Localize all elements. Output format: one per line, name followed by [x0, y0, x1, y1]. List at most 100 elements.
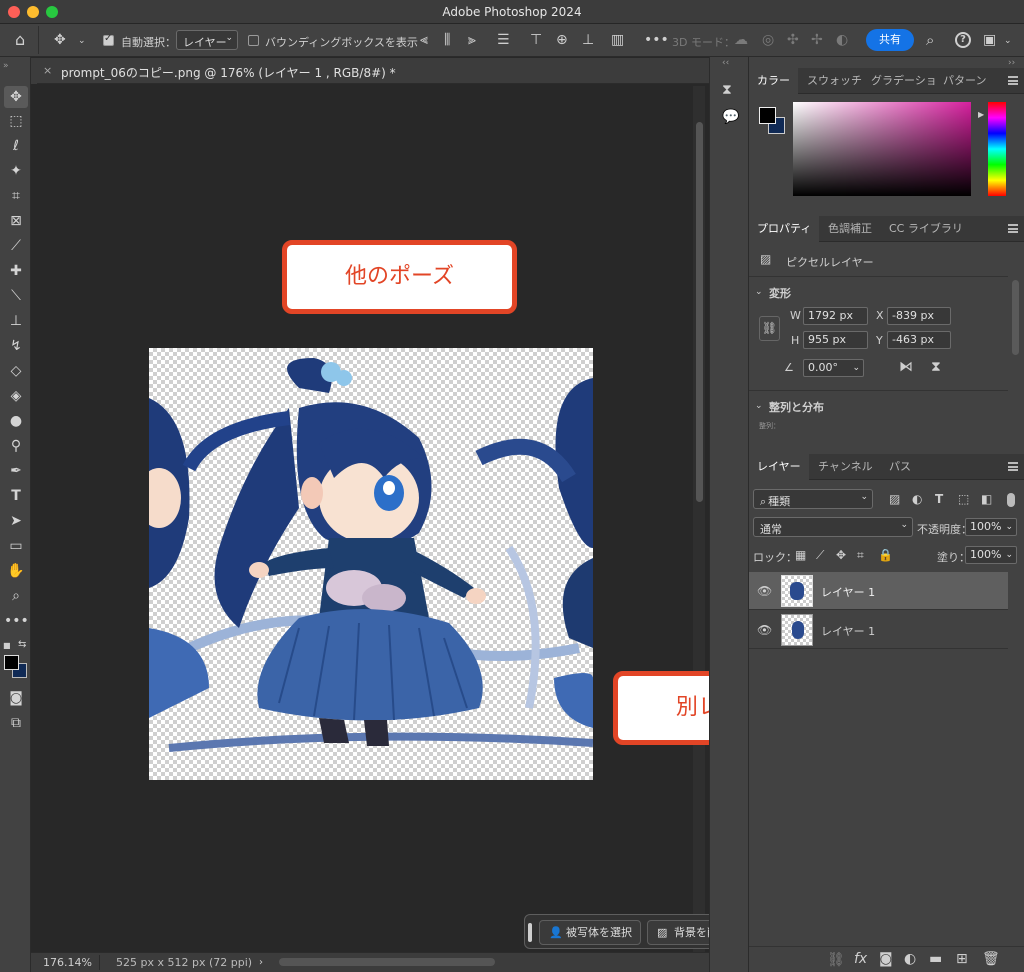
chevron-down-icon[interactable]: ⌄ [755, 399, 763, 413]
lock-position-icon[interactable]: ✥ [836, 548, 846, 562]
share-button[interactable]: 共有 [866, 29, 914, 51]
document-tab[interactable]: × prompt_06のコピー.png @ 176% (レイヤー 1 , RGB… [37, 58, 709, 84]
auto-select-checkbox[interactable] [103, 33, 114, 46]
marquee-tool-button[interactable]: ⬚ [4, 110, 28, 132]
search-icon[interactable]: ⌕ [926, 33, 934, 48]
properties-scrollbar-thumb[interactable] [1012, 280, 1019, 355]
swap-colors-icon[interactable]: ⇆ [18, 638, 26, 652]
add-mask-icon[interactable]: ◙ [879, 952, 893, 966]
lock-all-icon[interactable]: 🔒 [878, 548, 893, 562]
blur-tool-button[interactable]: ● [4, 410, 28, 432]
screen-mode-button[interactable]: ⧉ [4, 712, 28, 734]
distribute-horizontal-icon[interactable]: ☰ [497, 33, 510, 47]
chevron-down-icon[interactable]: ⌄ [78, 34, 86, 48]
color-foreground-swatch[interactable] [759, 107, 776, 124]
chevron-right-icon[interactable]: › [259, 956, 263, 970]
eye-icon[interactable]: 👁 [757, 623, 772, 637]
close-tab-icon[interactable]: × [43, 64, 52, 78]
chevron-down-icon[interactable]: ⌄ [755, 285, 763, 299]
height-field[interactable]: 955 px [803, 331, 868, 349]
new-adjustment-icon[interactable]: ◐ [904, 952, 916, 966]
history-panel-icon[interactable]: ⧗ [722, 83, 732, 97]
default-colors-icon[interactable]: ■ [3, 639, 11, 653]
move-tool-icon[interactable]: ✥ [54, 33, 66, 47]
filter-adjustment-icon[interactable]: ◐ [912, 492, 922, 506]
hue-slider-marker[interactable]: ▶ [978, 108, 984, 122]
zoom-tool-button[interactable]: ⌕ [4, 585, 28, 607]
home-icon[interactable]: ⌂ [15, 32, 25, 48]
paint-bucket-tool-button[interactable]: ◈ [4, 385, 28, 407]
layer-row[interactable]: 👁 レイヤー 1 [749, 611, 1008, 649]
magic-wand-tool-button[interactable]: ✦ [4, 160, 28, 182]
link-layers-icon[interactable]: ⛓ [827, 953, 845, 967]
history-brush-tool-button[interactable]: ↯ [4, 335, 28, 357]
eraser-tool-button[interactable]: ◇ [4, 360, 28, 382]
frame-tool-button[interactable]: ⊠ [4, 210, 28, 232]
width-field[interactable]: 1792 px [803, 307, 868, 325]
comments-panel-icon[interactable]: 💬 [722, 110, 739, 124]
angle-field[interactable]: 0.00° ⌄ [803, 359, 864, 377]
align-right-icon[interactable]: ⫸ [468, 33, 476, 47]
tab-adjustments[interactable]: 色調補正 [820, 216, 880, 242]
tab-paths[interactable]: パス [881, 454, 919, 480]
align-bottom-icon[interactable]: ⊥ [582, 33, 594, 47]
quick-mask-button[interactable]: ◙ [4, 687, 28, 709]
opacity-field[interactable]: 100% ⌄ [965, 518, 1017, 536]
bounding-box-checkbox[interactable] [248, 35, 259, 46]
align-vcenter-icon[interactable]: ⊕ [556, 33, 568, 47]
workspace-icon[interactable]: ▣ [983, 33, 996, 47]
tab-patterns[interactable]: パターン [935, 68, 994, 94]
delete-layer-icon[interactable]: 🗑 [982, 952, 1000, 966]
collapse-toolbar-icon[interactable]: » [3, 59, 9, 73]
workspace-chevron-icon[interactable]: ⌄ [1004, 34, 1012, 48]
filter-type-icon[interactable]: T [935, 492, 943, 506]
filter-toggle[interactable] [1007, 493, 1015, 507]
tab-gradients[interactable]: グラデーショ [863, 68, 945, 94]
tab-layers[interactable]: レイヤー [749, 454, 809, 480]
tab-properties[interactable]: プロパティ [749, 216, 820, 242]
vertical-scrollbar-thumb[interactable] [696, 122, 703, 502]
tab-color[interactable]: カラー [749, 68, 798, 94]
zoom-level[interactable]: 176.14% [43, 956, 92, 969]
flip-vertical-icon[interactable]: ⧗ [931, 360, 941, 374]
stamp-tool-button[interactable]: ⊥ [4, 310, 28, 332]
x-position-field[interactable]: -839 px [887, 307, 951, 325]
hand-tool-button[interactable]: ✋ [4, 560, 28, 582]
lock-artboard-icon[interactable]: ⌗ [857, 548, 864, 562]
lasso-tool-button[interactable]: ℓ [4, 135, 28, 157]
edit-toolbar-button[interactable]: ••• [4, 610, 29, 632]
horizontal-scrollbar-thumb[interactable] [279, 958, 495, 966]
more-options-icon[interactable]: ••• [644, 33, 669, 47]
eyedropper-tool-button[interactable]: ⟋ [4, 235, 28, 257]
move-tool-button[interactable]: ✥ [4, 86, 28, 108]
healing-brush-tool-button[interactable]: ✚ [4, 260, 28, 282]
foreground-color-swatch[interactable] [4, 655, 19, 670]
rectangle-tool-button[interactable]: ▭ [4, 535, 28, 557]
drag-handle[interactable] [528, 923, 532, 942]
flip-horizontal-icon[interactable]: ⧑ [899, 360, 913, 374]
layer-filter-dropdown[interactable]: ⌕ 種類 ⌄ [753, 489, 873, 509]
blend-mode-dropdown[interactable]: 通常 ⌄ [753, 517, 913, 537]
color-field[interactable] [793, 102, 971, 196]
select-subject-button[interactable]: 👤 被写体を選択 [539, 920, 641, 945]
link-dimensions-icon[interactable]: ⛓ [759, 316, 780, 341]
collapse-dock-icon[interactable]: ‹‹ [722, 56, 729, 70]
auto-select-dropdown[interactable]: レイヤー ⌄ [176, 30, 238, 50]
pen-tool-button[interactable]: ✒ [4, 460, 28, 482]
filter-shape-icon[interactable]: ⬚ [958, 492, 969, 506]
panel-menu-icon[interactable] [1008, 224, 1018, 233]
fill-field[interactable]: 100% ⌄ [965, 546, 1017, 564]
tab-channels[interactable]: チャンネル [810, 454, 881, 480]
brush-tool-button[interactable]: ⟍ [4, 285, 28, 307]
tab-swatches[interactable]: スウォッチ [799, 68, 870, 94]
filter-smart-object-icon[interactable]: ◧ [981, 492, 992, 506]
layer-style-icon[interactable]: fx [854, 952, 867, 966]
new-group-icon[interactable]: ▬ [929, 952, 942, 966]
distribute-vertical-icon[interactable]: ▥ [611, 33, 624, 47]
panel-menu-icon[interactable] [1008, 462, 1018, 471]
new-layer-icon[interactable]: ⊞ [956, 952, 968, 966]
filter-pixel-icon[interactable]: ▨ [889, 492, 900, 506]
help-icon[interactable]: ? [955, 32, 971, 48]
layer-row[interactable]: 👁 レイヤー 1 [749, 572, 1008, 610]
y-position-field[interactable]: -463 px [887, 331, 951, 349]
